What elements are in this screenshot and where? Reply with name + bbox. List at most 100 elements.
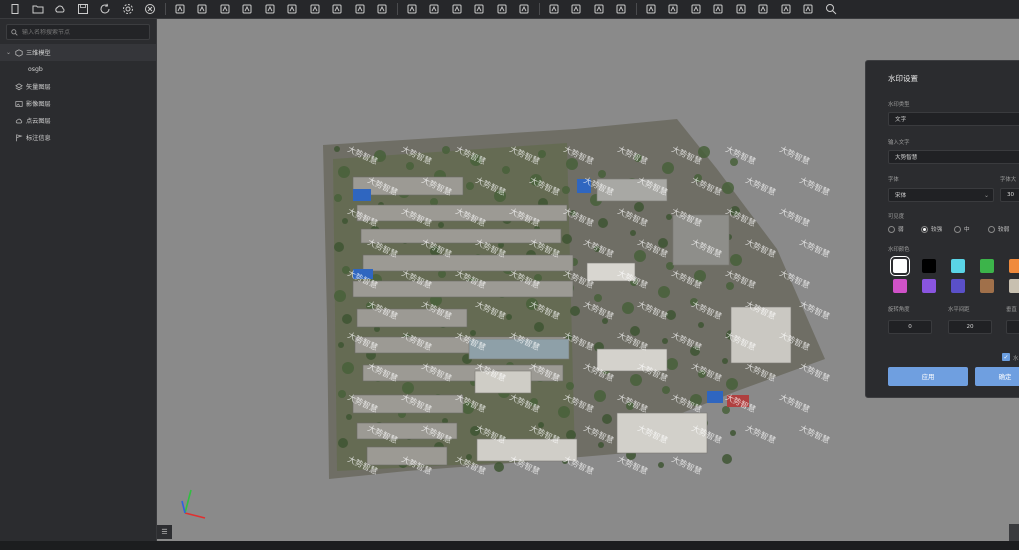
- flag-icon: [14, 133, 23, 142]
- cube-box-icon[interactable]: [373, 0, 391, 18]
- font-select[interactable]: 宋体 ⌄: [888, 188, 994, 202]
- split-icon[interactable]: [283, 0, 301, 18]
- export-icon[interactable]: [799, 0, 817, 18]
- eye-orbit-icon[interactable]: [403, 0, 421, 18]
- watermark-text: 大势智慧: [778, 206, 811, 229]
- type-select[interactable]: 文字: [888, 112, 1019, 126]
- chevron-down-icon[interactable]: ⌄: [6, 49, 14, 56]
- contrast-icon[interactable]: [238, 0, 256, 18]
- camera-icon[interactable]: [664, 0, 682, 18]
- text-input[interactable]: 大势智慧: [888, 150, 1019, 164]
- type-label: 水印类型: [888, 102, 910, 108]
- frame-icon[interactable]: [425, 0, 443, 18]
- settings-icon[interactable]: [119, 0, 137, 18]
- folder-open-icon[interactable]: [29, 0, 47, 18]
- watermark-text: 大势智慧: [778, 392, 811, 415]
- confirm-button[interactable]: 确定: [975, 367, 1019, 386]
- tree-item-label: 标注信息: [26, 135, 51, 142]
- transparency-label: 可见度: [888, 214, 905, 220]
- tree-item-label: 影像图层: [26, 101, 51, 108]
- color-label: 水印颜色: [888, 247, 910, 253]
- elevation-icon[interactable]: [687, 0, 705, 18]
- file-icon[interactable]: [6, 0, 24, 18]
- font-label: 字体: [888, 177, 899, 183]
- text-value: 大势智慧: [895, 155, 918, 161]
- main-toolbar: [0, 0, 1019, 19]
- menu-icon[interactable]: ☰: [157, 525, 172, 539]
- location-icon[interactable]: [545, 0, 563, 18]
- cube-wire-icon[interactable]: [351, 0, 369, 18]
- eye-icon[interactable]: [515, 0, 533, 18]
- cube-outline-icon[interactable]: [306, 0, 324, 18]
- model-icon[interactable]: [171, 0, 189, 18]
- tree-item-label: osgb: [28, 66, 43, 73]
- watermark-text: 大势智慧: [798, 237, 831, 260]
- rotate-input[interactable]: 0: [888, 320, 932, 334]
- search-icon[interactable]: [822, 0, 840, 18]
- color-swatch[interactable]: [980, 259, 994, 273]
- watermark-checkbox[interactable]: ✓: [1002, 353, 1010, 361]
- radio-weaker[interactable]: 较弱: [988, 225, 1009, 233]
- search-input[interactable]: [22, 28, 142, 36]
- cursor-icon[interactable]: [470, 0, 488, 18]
- package-icon[interactable]: [612, 0, 630, 18]
- image-icon[interactable]: [777, 0, 795, 18]
- color-swatch[interactable]: [922, 279, 936, 293]
- vspace-input[interactable]: 2: [1006, 320, 1019, 334]
- size-input[interactable]: 30: [1000, 188, 1019, 202]
- y-axis-icon: [184, 489, 192, 514]
- watermark-text: 大势智慧: [744, 423, 777, 446]
- chart-icon[interactable]: [754, 0, 772, 18]
- font-value: 宋体: [895, 193, 907, 199]
- cloud-icon: [14, 116, 23, 125]
- corner-button[interactable]: [1009, 524, 1019, 541]
- size-value: 30: [1007, 192, 1015, 198]
- terrain-icon[interactable]: [193, 0, 211, 18]
- apply-button[interactable]: 应用: [888, 367, 968, 386]
- flag-icon[interactable]: [567, 0, 585, 18]
- refresh-icon[interactable]: [96, 0, 114, 18]
- size-label: 字体大: [1000, 177, 1017, 183]
- color-swatch[interactable]: [951, 279, 965, 293]
- color-swatch[interactable]: [951, 259, 965, 273]
- watermark-text: 大势智慧: [724, 144, 757, 167]
- vspace-label: 垂直: [1006, 307, 1017, 313]
- tree-item-image-layer[interactable]: 影像图层: [0, 95, 156, 112]
- color-swatch[interactable]: [893, 279, 907, 293]
- color-swatch[interactable]: [1009, 279, 1019, 293]
- tree-item-label: 三维模型: [26, 50, 51, 57]
- color-swatch[interactable]: [922, 259, 936, 273]
- sun-icon[interactable]: [216, 0, 234, 18]
- layers-icon[interactable]: [261, 0, 279, 18]
- person-pin-icon[interactable]: [642, 0, 660, 18]
- watermark-text: 大势智慧: [798, 175, 831, 198]
- search-box[interactable]: [6, 24, 150, 40]
- color-swatch[interactable]: [890, 256, 910, 276]
- cube-solid-icon[interactable]: [328, 0, 346, 18]
- tree-item-point-cloud[interactable]: 点云图层: [0, 112, 156, 129]
- color-swatch[interactable]: [980, 279, 994, 293]
- radio-strong[interactable]: 较强: [921, 225, 942, 233]
- cloud-icon[interactable]: [51, 0, 69, 18]
- close-icon[interactable]: [141, 0, 159, 18]
- tree-item-osgb[interactable]: osgb: [0, 61, 156, 78]
- ruler-icon[interactable]: [590, 0, 608, 18]
- save-icon[interactable]: [74, 0, 92, 18]
- search-icon: [11, 28, 18, 36]
- move-icon[interactable]: [493, 0, 511, 18]
- radio-medium[interactable]: 中: [954, 225, 970, 233]
- tree-item-3d-model[interactable]: ⌄ 三维模型: [0, 44, 156, 61]
- crop-icon[interactable]: [709, 0, 727, 18]
- monitor-icon[interactable]: [448, 0, 466, 18]
- tree-item-annotations[interactable]: 标注信息: [0, 129, 156, 146]
- panel-title: 水印设置: [888, 74, 918, 83]
- text-label: 输入文字: [888, 140, 910, 146]
- document-icon[interactable]: [732, 0, 750, 18]
- hspace-input[interactable]: 20: [948, 320, 992, 334]
- watermark-text: 大势智慧: [798, 361, 831, 384]
- app-window: ⌄ 三维模型 osgb 矢量图层 影像图层 点云图层 标注信息: [0, 0, 1019, 550]
- radio-weak[interactable]: 弱: [888, 225, 904, 233]
- color-swatch[interactable]: [1009, 259, 1019, 273]
- checkbox-label: 水: [1013, 356, 1019, 362]
- tree-item-vector-layer[interactable]: 矢量图层: [0, 78, 156, 95]
